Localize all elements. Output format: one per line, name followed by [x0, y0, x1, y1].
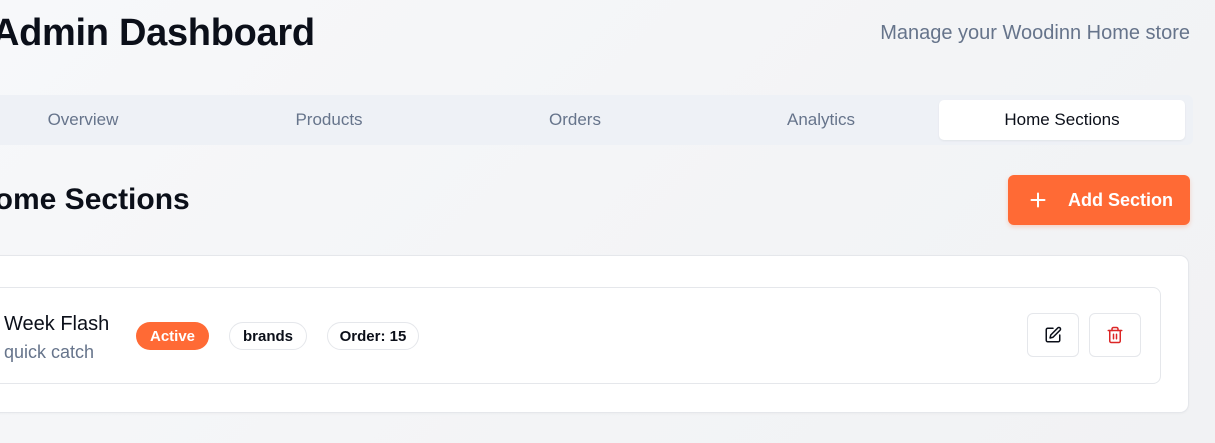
- status-badge: Active: [136, 322, 209, 350]
- tab-products[interactable]: Products: [206, 100, 452, 140]
- type-badge: brands: [229, 322, 307, 350]
- add-section-button[interactable]: Add Section: [1008, 175, 1190, 225]
- trash-icon: [1107, 326, 1123, 344]
- section-description: quick catch: [4, 342, 95, 362]
- tab-bar: Overview Products Orders Analytics Home …: [0, 95, 1193, 145]
- page-subtitle: Manage your Woodinn Home store: [880, 22, 1190, 44]
- section-heading: Home Sections: [0, 183, 190, 216]
- page-title: Admin Dashboard: [0, 12, 315, 54]
- tab-analytics[interactable]: Analytics: [698, 100, 944, 140]
- section-title: Week Flash: [4, 313, 110, 335]
- tab-orders[interactable]: Orders: [452, 100, 698, 140]
- edit-icon: [1045, 326, 1062, 343]
- sections-card: Week Flash quick catch Active brands Ord…: [0, 255, 1189, 413]
- plus-icon: [1030, 192, 1046, 208]
- section-row: Week Flash quick catch Active brands Ord…: [0, 287, 1161, 384]
- delete-section-button[interactable]: [1089, 313, 1141, 357]
- edit-section-button[interactable]: [1027, 313, 1079, 357]
- tab-home-sections[interactable]: Home Sections: [939, 100, 1185, 140]
- add-section-label: Add Section: [1068, 189, 1174, 210]
- order-badge: Order: 15: [327, 322, 419, 350]
- tab-overview[interactable]: Overview: [0, 100, 206, 140]
